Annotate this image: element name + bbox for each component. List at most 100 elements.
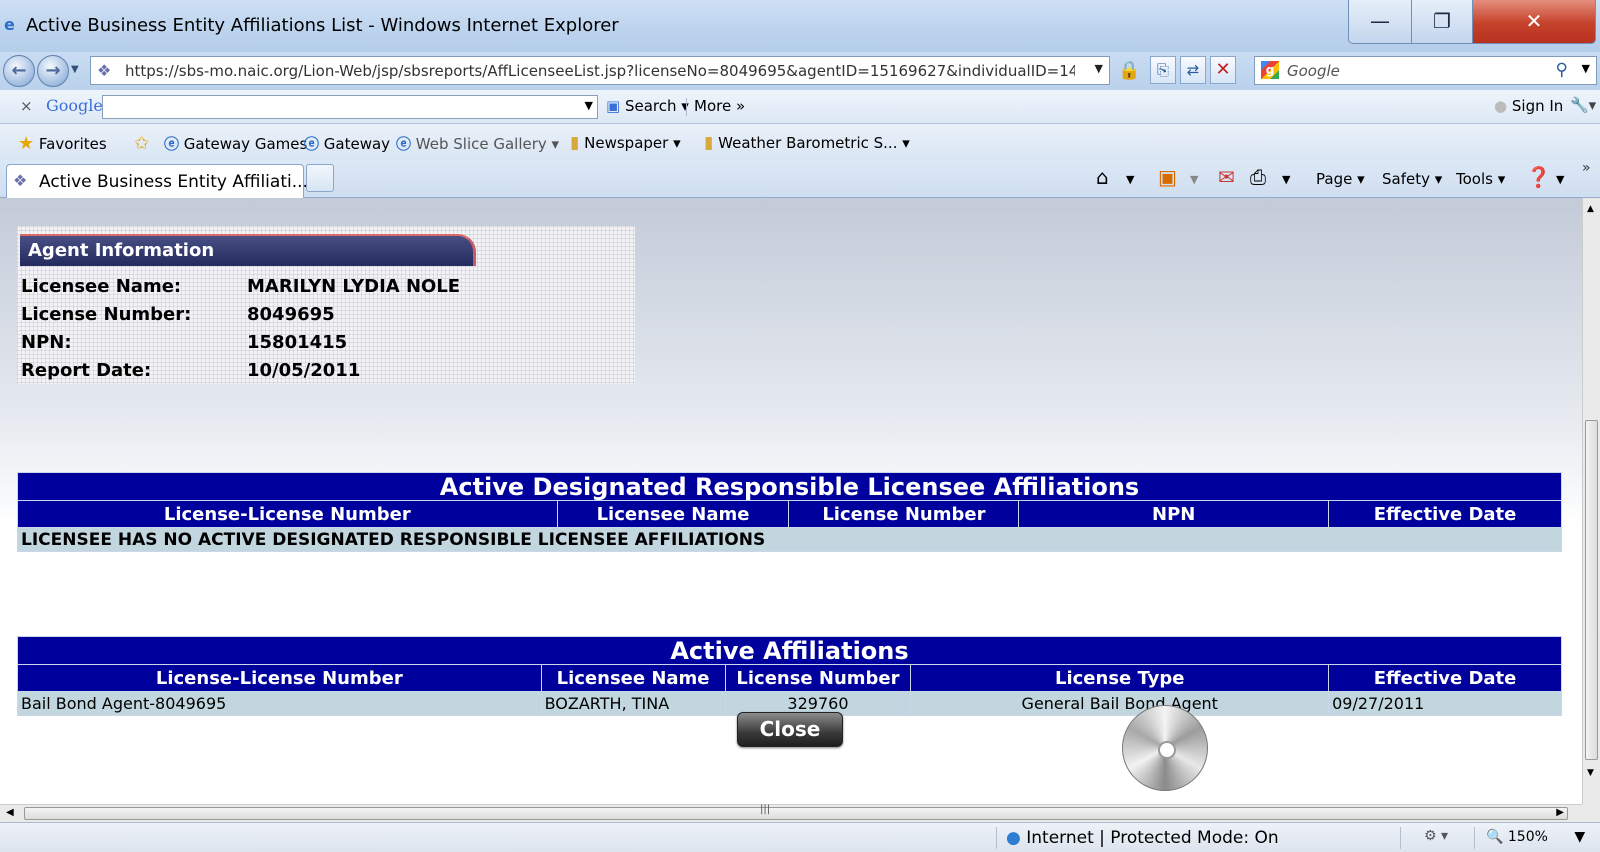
security-zone[interactable]: ● Internet | Protected Mode: On bbox=[1006, 828, 1279, 848]
search-dropdown-icon[interactable]: ▼ bbox=[1582, 62, 1590, 75]
toolbar-close-icon[interactable]: × bbox=[20, 97, 33, 115]
google-search-label: Search ▾ bbox=[624, 97, 689, 115]
add-favorite-icon[interactable]: ✩ bbox=[134, 133, 149, 154]
star-plus-icon: ✩ bbox=[134, 133, 150, 154]
safety-menu[interactable]: Safety ▾ bbox=[1382, 170, 1442, 188]
chevron-more-icon[interactable]: » bbox=[1582, 160, 1591, 176]
google-input-dropdown-icon[interactable]: ▼ bbox=[585, 99, 593, 112]
vertical-scroll-thumb[interactable] bbox=[1585, 420, 1598, 760]
scroll-down-icon[interactable]: ▼ bbox=[1587, 768, 1594, 778]
active-affiliations-table: Active Affiliations License-License Numb… bbox=[17, 636, 1562, 716]
search-placeholder[interactable]: Google bbox=[1287, 62, 1340, 80]
npn-label: NPN: bbox=[21, 332, 72, 353]
tab-bar: ❖ Active Business Entity Affiliati... ⌂ … bbox=[0, 160, 1600, 198]
no-affiliations-message: LICENSEE HAS NO ACTIVE DESIGNATED RESPON… bbox=[17, 527, 1562, 552]
scroll-corner bbox=[1582, 804, 1600, 822]
more-button[interactable]: More » bbox=[694, 97, 745, 115]
window-title: Active Business Entity Affiliations List… bbox=[26, 15, 619, 36]
table-cell: BOZARTH, TINA bbox=[540, 691, 726, 716]
home-icon[interactable]: ⌂ bbox=[1096, 165, 1109, 189]
security-zone-label: Internet | Protected Mode: On bbox=[1026, 828, 1279, 848]
print-icon[interactable]: ⎙ bbox=[1250, 165, 1266, 189]
address-dropdown-icon[interactable]: ▼ bbox=[1095, 62, 1103, 75]
ie-logo-icon: e bbox=[4, 15, 15, 34]
zoom-dropdown-icon: ▼ bbox=[1574, 829, 1586, 845]
agent-information-heading: Agent Information bbox=[20, 234, 476, 266]
favorite-gateway-games[interactable]: ⓔ Gateway Games bbox=[164, 133, 307, 154]
status-divider bbox=[1400, 827, 1401, 849]
star-icon: ★ bbox=[18, 133, 35, 154]
column-header: License-License Number bbox=[17, 664, 542, 692]
recent-pages-dropdown-icon[interactable]: ▼ bbox=[71, 64, 79, 75]
google-search-button[interactable]: ▣ Search ▾ bbox=[606, 97, 689, 115]
favorite-label: Web Slice Gallery ▾ bbox=[415, 135, 560, 153]
drl-affiliations-table: Active Designated Responsible Licensee A… bbox=[17, 472, 1562, 552]
table-cell: Bail Bond Agent-8049695 bbox=[17, 691, 542, 716]
address-bar[interactable]: ❖ https://sbs-mo.naic.org/Lion-Web/jsp/s… bbox=[90, 56, 1110, 85]
new-tab-button[interactable] bbox=[306, 164, 334, 192]
zoom-level: 150% bbox=[1507, 829, 1548, 845]
vertical-scrollbar[interactable]: ▲ ▼ bbox=[1582, 198, 1600, 804]
toolbar-divider bbox=[686, 98, 687, 116]
google-logo-icon: g bbox=[1261, 61, 1279, 79]
google-toolbar: × Google ▼ ▣ Search ▾ More » ● Sign In 🔧… bbox=[0, 90, 1600, 124]
favorite-label: Weather Barometric S... ▾ bbox=[718, 134, 910, 152]
column-header: NPN bbox=[1018, 500, 1330, 528]
tools-menu[interactable]: Tools ▾ bbox=[1456, 170, 1505, 188]
wrench-icon[interactable]: 🔧▾ bbox=[1570, 96, 1596, 114]
print-dropdown-icon[interactable]: ▼ bbox=[1282, 173, 1290, 186]
rss-feed-icon[interactable]: ▣ bbox=[1158, 165, 1177, 189]
minimize-button[interactable]: — bbox=[1348, 0, 1412, 44]
status-divider bbox=[1474, 827, 1475, 849]
mail-icon[interactable]: ✉ bbox=[1218, 165, 1235, 189]
compatibility-view-icon[interactable]: ⎘ bbox=[1150, 56, 1176, 84]
site-favicon-icon: ❖ bbox=[97, 61, 112, 80]
scroll-up-icon[interactable]: ▲ bbox=[1587, 204, 1594, 214]
feed-dropdown-icon[interactable]: ▼ bbox=[1190, 173, 1198, 186]
horizontal-scroll-thumb[interactable] bbox=[24, 807, 1568, 820]
favorite-gateway[interactable]: ⓔ Gateway bbox=[304, 133, 390, 154]
favorite-web-slice-gallery[interactable]: ⓔ Web Slice Gallery ▾ bbox=[396, 133, 559, 154]
column-header: Licensee Name bbox=[540, 664, 726, 692]
table-cell: 09/27/2011 bbox=[1328, 691, 1562, 716]
favorite-weather-barometric[interactable]: ▮ Weather Barometric S... ▾ bbox=[704, 133, 910, 153]
favorite-newspaper[interactable]: ▮ Newspaper ▾ bbox=[570, 133, 681, 153]
refresh-icon[interactable]: ⇄ bbox=[1180, 56, 1206, 84]
protected-mode-icon[interactable]: ⚙ ▾ bbox=[1424, 828, 1448, 844]
tab-active-business-entity[interactable]: ❖ Active Business Entity Affiliati... bbox=[6, 164, 308, 198]
licensee-name-value: MARILYN LYDIA NOLE bbox=[247, 276, 461, 297]
ie-page-icon: ⓔ bbox=[164, 135, 180, 153]
help-icon[interactable]: ❓ bbox=[1526, 165, 1551, 189]
horizontal-scrollbar[interactable]: ◀ ||| ▶ bbox=[0, 804, 1582, 822]
maximize-button[interactable]: ❐ bbox=[1411, 0, 1473, 44]
column-header: Effective Date bbox=[1328, 500, 1562, 528]
zoom-control[interactable]: 🔍 150% ▼ bbox=[1486, 829, 1585, 845]
page-menu[interactable]: Page ▾ bbox=[1316, 170, 1365, 188]
scroll-right-icon[interactable]: ▶ bbox=[1556, 807, 1564, 818]
favorites-button[interactable]: ★ Favorites bbox=[18, 133, 107, 154]
column-header: Effective Date bbox=[1328, 664, 1562, 692]
report-date-label: Report Date: bbox=[21, 360, 152, 381]
close-button[interactable]: Close bbox=[737, 712, 843, 747]
search-icon[interactable]: ⚲ bbox=[1556, 60, 1568, 80]
scroll-left-icon[interactable]: ◀ bbox=[6, 807, 14, 818]
home-dropdown-icon[interactable]: ▼ bbox=[1126, 173, 1134, 186]
lock-icon[interactable]: 🔒 bbox=[1118, 58, 1140, 84]
back-button[interactable]: ← bbox=[3, 55, 35, 87]
table-cell: General Bail Bond Agent bbox=[910, 691, 1330, 716]
stop-icon[interactable]: ✕ bbox=[1210, 56, 1236, 84]
url-text[interactable]: https://sbs-mo.naic.org/Lion-Web/jsp/sbs… bbox=[125, 62, 1075, 80]
sign-in-button[interactable]: ● Sign In bbox=[1494, 97, 1563, 115]
sign-in-label: Sign In bbox=[1511, 97, 1564, 115]
help-dropdown-icon[interactable]: ▼ bbox=[1556, 173, 1564, 186]
column-header: License Number bbox=[788, 500, 1020, 528]
forward-button[interactable]: → bbox=[37, 55, 69, 87]
google-search-input[interactable]: ▼ bbox=[102, 95, 598, 119]
column-header: License Number bbox=[724, 664, 912, 692]
folder-icon: ▮ bbox=[704, 133, 714, 153]
search-box[interactable]: g Google ⚲ ▼ bbox=[1254, 56, 1597, 85]
close-window-button[interactable]: ✕ bbox=[1472, 0, 1596, 44]
favorite-label: Gateway Games bbox=[183, 135, 308, 153]
sign-in-dot-icon: ● bbox=[1494, 97, 1508, 115]
column-header: License Type bbox=[910, 664, 1330, 692]
